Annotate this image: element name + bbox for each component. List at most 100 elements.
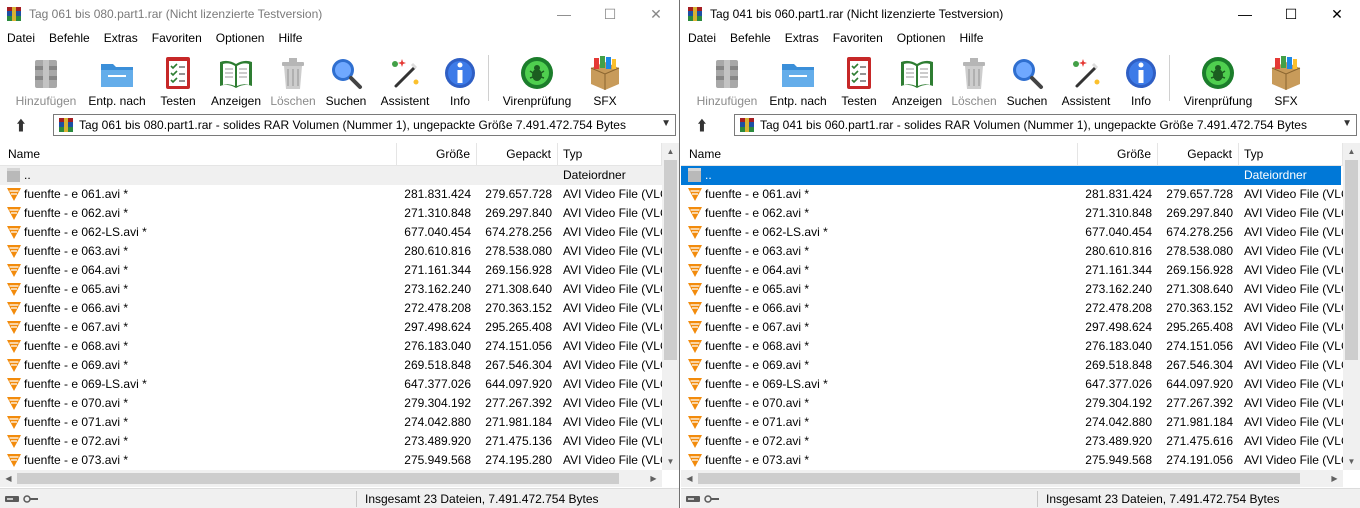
toolbar-test-checklist-button[interactable]: Testen [156, 52, 200, 108]
file-row[interactable]: fuenfte - e 069-LS.avi * 647.377.026 644.0… [0, 375, 662, 394]
menu-favoriten[interactable]: Favoriten [826, 28, 890, 48]
toolbar-archive-add-button[interactable]: Hinzufügen [695, 52, 759, 108]
file-row[interactable]: fuenfte - e 061.avi * 281.831.424 279.657.… [681, 185, 1343, 204]
toolbar-info-button[interactable]: Info [440, 52, 480, 108]
column-packed-header[interactable]: Gepackt [477, 143, 558, 165]
file-row[interactable]: fuenfte - e 073.avi * 275.949.568 274.191.… [681, 451, 1343, 470]
vertical-scrollbar[interactable]: ▲ ▼ [1343, 143, 1360, 470]
column-type-header[interactable]: Typ [558, 143, 662, 165]
toolbar-magnifier-button[interactable]: Suchen [323, 52, 369, 108]
toolbar-magic-wand-button[interactable]: Assistent [378, 52, 432, 108]
file-row[interactable]: fuenfte - e 072.avi * 273.489.920 271.475.… [681, 432, 1343, 451]
horizontal-scrollbar[interactable]: ◀ ▶ [681, 470, 1343, 487]
menu-extras[interactable]: Extras [778, 28, 826, 48]
file-row[interactable]: fuenfte - e 073.avi * 275.949.568 274.195.… [0, 451, 662, 470]
scroll-right-arrow-icon[interactable]: ▶ [645, 470, 662, 487]
close-button[interactable]: ✕ [1314, 0, 1360, 28]
close-button[interactable]: ✕ [633, 0, 679, 28]
chevron-down-icon[interactable]: ▼ [1342, 118, 1352, 129]
toolbar-open-book-button[interactable]: Anzeigen [889, 52, 945, 108]
up-folder-button[interactable]: 🠱 [691, 116, 713, 136]
winrar-window-right[interactable]: Tag 041 bis 060.part1.rar (Nicht lizenzi… [681, 0, 1360, 508]
toolbar-sfx-box-button[interactable]: SFX [1263, 52, 1309, 108]
scroll-left-arrow-icon[interactable]: ◀ [681, 470, 698, 487]
title-bar[interactable]: Tag 041 bis 060.part1.rar (Nicht lizenzi… [681, 0, 1360, 28]
scroll-right-arrow-icon[interactable]: ▶ [1326, 470, 1343, 487]
column-name-header[interactable]: ⌃ Name [0, 143, 397, 165]
horizontal-scrollbar[interactable]: ◀ ▶ [0, 470, 662, 487]
file-row[interactable]: fuenfte - e 066.avi * 272.478.208 270.363.… [0, 299, 662, 318]
parent-folder-row[interactable]: .. Dateiordner [681, 166, 1341, 185]
file-row[interactable]: fuenfte - e 063.avi * 280.610.816 278.538.… [0, 242, 662, 261]
menu-befehle[interactable]: Befehle [42, 28, 97, 48]
toolbar-folder-extract-button[interactable]: Entp. nach [767, 52, 829, 108]
menu-datei[interactable]: Datei [681, 28, 723, 48]
file-list[interactable]: ⌃ Name Größe Gepackt Typ .. Dateiordner fu… [0, 143, 679, 487]
archive-path-combobox[interactable]: Tag 061 bis 080.part1.rar - solides RAR … [53, 114, 676, 136]
toolbar-folder-extract-button[interactable]: Entp. nach [86, 52, 148, 108]
file-row[interactable]: fuenfte - e 062-LS.avi * 677.040.454 674.2… [0, 223, 662, 242]
scroll-down-arrow-icon[interactable]: ▼ [662, 453, 679, 470]
toolbar-magic-wand-button[interactable]: Assistent [1059, 52, 1113, 108]
horizontal-scroll-thumb[interactable] [698, 473, 1300, 484]
menu-hilfe[interactable]: Hilfe [952, 28, 990, 48]
vertical-scroll-thumb[interactable] [1345, 160, 1358, 360]
file-row[interactable]: fuenfte - e 072.avi * 273.489.920 271.475.… [0, 432, 662, 451]
column-name-header[interactable]: ⌃ Name [681, 143, 1078, 165]
menu-befehle[interactable]: Befehle [723, 28, 778, 48]
file-row[interactable]: fuenfte - e 071.avi * 274.042.880 271.981.… [0, 413, 662, 432]
file-row[interactable]: fuenfte - e 067.avi * 297.498.624 295.265.… [681, 318, 1343, 337]
file-row[interactable]: fuenfte - e 071.avi * 274.042.880 271.981.… [681, 413, 1343, 432]
minimize-button[interactable]: — [541, 0, 587, 28]
file-row[interactable]: fuenfte - e 069.avi * 269.518.848 267.546.… [0, 356, 662, 375]
toolbar-info-button[interactable]: Info [1121, 52, 1161, 108]
column-size-header[interactable]: Größe [397, 143, 477, 165]
file-row[interactable]: fuenfte - e 065.avi * 273.162.240 271.308.… [0, 280, 662, 299]
up-folder-button[interactable]: 🠱 [10, 116, 32, 136]
winrar-window-left[interactable]: Tag 061 bis 080.part1.rar (Nicht lizenzi… [0, 0, 680, 508]
toolbar-sfx-box-button[interactable]: SFX [582, 52, 628, 108]
scroll-left-arrow-icon[interactable]: ◀ [0, 470, 17, 487]
maximize-button[interactable]: ☐ [587, 0, 633, 28]
file-list[interactable]: ⌃ Name Größe Gepackt Typ .. Dateiordner fu… [681, 143, 1360, 487]
toolbar-archive-add-button[interactable]: Hinzufügen [14, 52, 78, 108]
menu-favoriten[interactable]: Favoriten [145, 28, 209, 48]
file-row[interactable]: fuenfte - e 063.avi * 280.610.816 278.538.… [681, 242, 1343, 261]
file-row[interactable]: fuenfte - e 067.avi * 297.498.624 295.265.… [0, 318, 662, 337]
menu-datei[interactable]: Datei [0, 28, 42, 48]
file-row[interactable]: fuenfte - e 062-LS.avi * 677.040.454 674.2… [681, 223, 1343, 242]
menu-hilfe[interactable]: Hilfe [271, 28, 309, 48]
title-bar[interactable]: Tag 061 bis 080.part1.rar (Nicht lizenzi… [0, 0, 679, 28]
toolbar-test-checklist-button[interactable]: Testen [837, 52, 881, 108]
parent-folder-row[interactable]: .. Dateiordner [0, 166, 662, 185]
menu-optionen[interactable]: Optionen [209, 28, 272, 48]
file-row[interactable]: fuenfte - e 069.avi * 269.518.848 267.546.… [681, 356, 1343, 375]
toolbar-virus-scan-button[interactable]: Virenprüfung [1179, 52, 1257, 108]
menu-optionen[interactable]: Optionen [890, 28, 953, 48]
horizontal-scroll-thumb[interactable] [17, 473, 619, 484]
drive-key-icon[interactable] [5, 494, 39, 504]
file-row[interactable]: fuenfte - e 069-LS.avi * 647.377.026 644.0… [681, 375, 1343, 394]
vertical-scroll-thumb[interactable] [664, 160, 677, 360]
menu-extras[interactable]: Extras [97, 28, 145, 48]
file-row[interactable]: fuenfte - e 066.avi * 272.478.208 270.363.… [681, 299, 1343, 318]
maximize-button[interactable]: ☐ [1268, 0, 1314, 28]
file-row[interactable]: fuenfte - e 062.avi * 271.310.848 269.297.… [0, 204, 662, 223]
toolbar-open-book-button[interactable]: Anzeigen [208, 52, 264, 108]
scroll-up-arrow-icon[interactable]: ▲ [1343, 143, 1360, 160]
file-row[interactable]: fuenfte - e 070.avi * 279.304.192 277.267.… [681, 394, 1343, 413]
column-packed-header[interactable]: Gepackt [1158, 143, 1239, 165]
file-row[interactable]: fuenfte - e 068.avi * 276.183.040 274.151.… [0, 337, 662, 356]
file-row[interactable]: fuenfte - e 061.avi * 281.831.424 279.657.… [0, 185, 662, 204]
scroll-down-arrow-icon[interactable]: ▼ [1343, 453, 1360, 470]
file-row[interactable]: fuenfte - e 070.avi * 279.304.192 277.267.… [0, 394, 662, 413]
file-row[interactable]: fuenfte - e 064.avi * 271.161.344 269.156.… [681, 261, 1343, 280]
file-row[interactable]: fuenfte - e 068.avi * 276.183.040 274.151.… [681, 337, 1343, 356]
toolbar-virus-scan-button[interactable]: Virenprüfung [498, 52, 576, 108]
file-row[interactable]: fuenfte - e 062.avi * 271.310.848 269.297.… [681, 204, 1343, 223]
column-type-header[interactable]: Typ [1239, 143, 1343, 165]
vertical-scrollbar[interactable]: ▲ ▼ [662, 143, 679, 470]
toolbar-trash-can-button[interactable]: Löschen [270, 52, 316, 108]
drive-key-icon[interactable] [686, 494, 720, 504]
file-row[interactable]: fuenfte - e 065.avi * 273.162.240 271.308.… [681, 280, 1343, 299]
